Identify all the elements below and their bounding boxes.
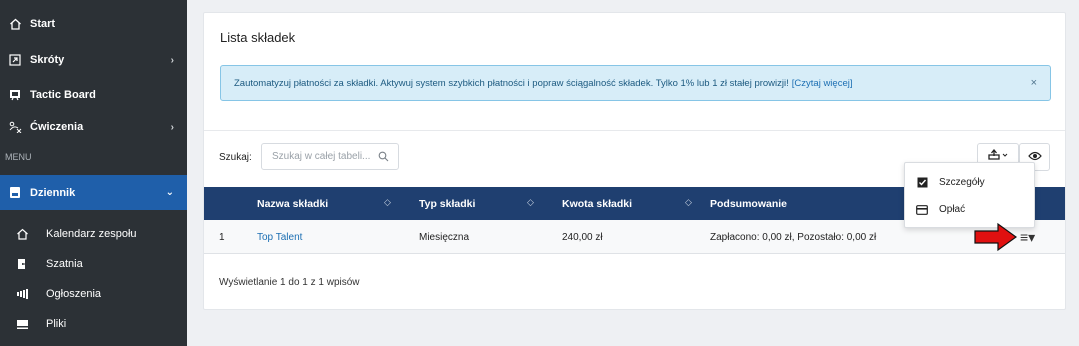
row-actions-dropdown: Szczegóły Opłać [904,162,1035,228]
sidebar-item-skroty[interactable]: Skróty › [0,50,187,70]
sidebar-item-label: Pliki [46,318,67,330]
sidebar-item-label: Szatnia [46,258,83,270]
sort-icon[interactable]: ◇ [384,197,391,208]
row-number: 1 [219,232,225,243]
sidebar-item-start[interactable]: Start [0,14,187,34]
column-header-amount[interactable]: Kwota składki [562,198,632,210]
sidebar-item-label: Dziennik [30,186,76,199]
sidebar-item-label: Tactic Board [30,89,96,101]
sidebar-item-cwiczenia[interactable]: Ćwiczenia › [0,117,187,137]
sidebar-item-label: Kalendarz zespołu [46,228,137,240]
divider [204,130,1065,131]
dropdown-item-pay[interactable]: Opłać [915,204,965,215]
chevron-right-icon: › [170,54,174,66]
fee-name-link[interactable]: Top Talent [257,232,302,243]
sidebar: Start Skróty › Tactic Board Ćwiczenia › … [0,0,187,346]
exercise-icon [0,121,30,133]
sort-icon[interactable]: ◇ [527,197,534,208]
sidebar-sub-item-pliki[interactable]: Pliki [0,314,187,334]
search-placeholder: Szukaj w całej tabeli... [272,151,371,162]
column-header-summary[interactable]: Podsumowanie [710,198,787,210]
column-header-type[interactable]: Typ składki [419,198,475,210]
sidebar-item-label: Skróty [30,54,65,66]
alert-text: Zautomatyzuj płatności za składki. Aktyw… [234,77,789,89]
credit-card-icon [915,204,929,215]
info-alert: Zautomatyzuj płatności za składki. Aktyw… [220,65,1051,101]
chevron-down-icon: ⌄ [165,187,174,198]
sidebar-item-tactic-board[interactable]: Tactic Board [0,85,187,105]
megaphone-icon [0,289,34,299]
sidebar-item-dziennik[interactable]: Dziennik ⌄ [0,175,187,210]
close-icon[interactable]: × [1031,77,1037,89]
home-outline-icon [0,228,34,240]
column-header-name[interactable]: Nazwa składki [257,198,328,210]
folder-icon [0,319,34,330]
search-icon [378,151,389,165]
check-square-icon [915,177,929,188]
read-more-link[interactable]: [Czytaj więcej] [792,78,853,89]
sidebar-sub-item-kalendarz[interactable]: Kalendarz zespołu [0,224,187,244]
home-icon [0,18,30,30]
journal-icon [0,186,30,199]
sort-icon[interactable]: ◇ [685,197,692,208]
search-label: Szukaj: [219,152,252,163]
sidebar-sub-item-szatnia[interactable]: Szatnia [0,254,187,274]
dropdown-item-details[interactable]: Szczegóły [915,177,985,188]
red-arrow-icon [974,222,1018,257]
dropdown-item-label: Opłać [939,204,966,215]
page-title: Lista składek [220,30,296,45]
shortcut-icon [0,54,30,66]
sidebar-item-label: Start [30,18,56,30]
sidebar-item-label: Ogłoszenia [46,288,102,300]
chevron-right-icon: › [170,121,174,133]
table-info: Wyświetlanie 1 do 1 z 1 wpisów [219,277,360,288]
search-input[interactable]: Szukaj w całej tabeli... [261,143,399,170]
row-menu-icon[interactable]: ≡▾ [1020,229,1035,246]
door-icon [0,258,34,270]
menu-section-label: MENU [5,152,32,162]
dropdown-item-label: Szczegóły [939,177,985,188]
sidebar-item-label: Ćwiczenia [30,121,84,133]
fees-card: Lista składek Zautomatyzuj płatności za … [203,12,1066,310]
fee-type: Miesięczna [419,232,470,243]
sidebar-sub-item-ogloszenia[interactable]: Ogłoszenia [0,284,187,304]
fee-summary: Zapłacono: 0,00 zł, Pozostało: 0,00 zł [710,232,877,243]
board-icon [0,89,30,101]
fee-amount: 240,00 zł [562,232,603,243]
